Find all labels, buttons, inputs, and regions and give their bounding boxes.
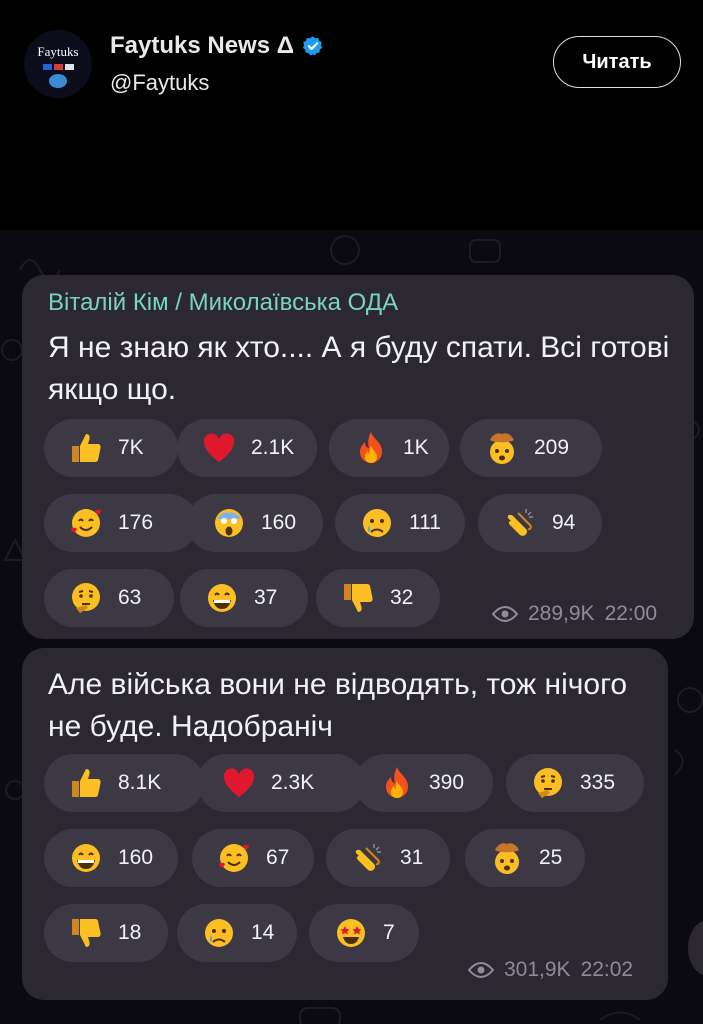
reaction-count: 63 <box>118 586 142 609</box>
sender-name[interactable]: Віталій Кім / Миколаївська ОДА <box>48 289 398 317</box>
message-text: Я не знаю як хто.... А я буду спати. Всі… <box>48 331 670 406</box>
telegram-screenshot: Віталій Кім / Миколаївська ОДА Я не знаю… <box>0 230 703 1024</box>
thumbs-down-icon <box>344 584 373 612</box>
face-screaming-in-fear-icon <box>215 509 243 537</box>
reaction-thumbs-down[interactable]: 18 <box>44 904 168 962</box>
thinking-face-icon <box>534 768 562 798</box>
message-text: Але війська вони не відводять, тож нічог… <box>48 668 628 743</box>
reaction-smiling-face-with-hearts[interactable]: 67 <box>192 829 314 887</box>
red-heart-icon <box>203 433 235 462</box>
globe-icon <box>49 74 67 88</box>
exploding-head-icon <box>495 843 519 874</box>
reaction-count: 160 <box>261 511 297 534</box>
crying-face-icon <box>205 919 233 947</box>
reaction-face-screaming-in-fear[interactable]: 160 <box>187 494 323 552</box>
reaction-star-struck[interactable]: 7 <box>309 904 419 962</box>
reaction-count: 209 <box>534 436 570 459</box>
exploding-head-icon <box>490 433 514 464</box>
reaction-count: 32 <box>390 586 414 609</box>
reaction-thumbs-up[interactable]: 7K <box>44 419 178 477</box>
reaction-count: 160 <box>118 846 154 869</box>
reaction-thumbs-down[interactable]: 32 <box>316 569 440 627</box>
reaction-thinking-face[interactable]: 335 <box>506 754 644 812</box>
avatar-logo-text: Faytuks <box>37 44 79 59</box>
verified-badge-icon <box>302 36 323 56</box>
reaction-crying-face[interactable]: 14 <box>177 904 297 962</box>
reaction-count: 8.1K <box>118 771 162 794</box>
thumbs-up-icon <box>72 769 101 797</box>
reaction-count: 37 <box>254 586 278 609</box>
reaction-red-heart[interactable]: 2.3K <box>197 754 365 812</box>
message-time: 22:00 <box>604 602 658 625</box>
reaction-fire[interactable]: 390 <box>355 754 493 812</box>
author-name-label: Faytuks News Δ <box>110 32 294 59</box>
reaction-count: 2.3K <box>271 771 315 794</box>
author-handle[interactable]: @Faytuks <box>110 70 209 96</box>
follow-button[interactable]: Читать <box>553 36 681 88</box>
reaction-count: 2.1K <box>251 436 295 459</box>
reaction-count: 390 <box>429 771 465 794</box>
views-count: 301,9K <box>504 958 571 981</box>
smiling-face-with-hearts-icon <box>219 844 249 872</box>
clapping-hands-icon <box>355 844 381 871</box>
reaction-count: 1K <box>403 436 429 459</box>
reaction-count: 31 <box>400 846 424 869</box>
reaction-exploding-head[interactable]: 209 <box>460 419 602 477</box>
reaction-count: 94 <box>552 511 576 534</box>
clapping-hands-icon <box>507 509 533 536</box>
message-bubble[interactable]: Але війська вони не відводять, тож нічог… <box>22 648 668 1000</box>
message-time: 22:02 <box>580 958 634 981</box>
reaction-count: 335 <box>580 771 616 794</box>
thumbs-down-icon <box>72 919 101 947</box>
flags-icon <box>42 64 74 70</box>
reaction-crying-face[interactable]: 111 <box>335 494 465 552</box>
author-name[interactable]: Faytuks News Δ <box>110 32 324 60</box>
reaction-thumbs-up[interactable]: 8.1K <box>44 754 204 812</box>
tweet-header: Faytuks Faytuks News Δ @Faytuks Читать <box>0 0 703 110</box>
reaction-count: 25 <box>539 846 563 869</box>
fire-icon <box>386 767 408 798</box>
reaction-exploding-head[interactable]: 25 <box>465 829 585 887</box>
reaction-thinking-face[interactable]: 63 <box>44 569 174 627</box>
reaction-count: 7K <box>118 436 144 459</box>
reaction-count: 176 <box>118 511 154 534</box>
thinking-face-icon <box>72 583 100 613</box>
grinning-face-icon <box>72 844 100 872</box>
reaction-smiling-face-with-hearts[interactable]: 176 <box>44 494 198 552</box>
message-meta: 301,9K 22:02 <box>468 958 633 982</box>
reaction-count: 111 <box>409 511 441 534</box>
views-eye-icon <box>468 962 494 978</box>
red-heart-icon <box>223 768 255 797</box>
grinning-face-icon <box>208 584 236 612</box>
reaction-clapping-hands[interactable]: 94 <box>478 494 602 552</box>
reaction-count: 7 <box>383 921 395 944</box>
reaction-red-heart[interactable]: 2.1K <box>177 419 317 477</box>
message-meta: 289,9K 22:00 <box>492 602 657 626</box>
reaction-count: 67 <box>266 846 290 869</box>
thumbs-up-icon <box>72 434 101 462</box>
reaction-grinning-face[interactable]: 37 <box>180 569 308 627</box>
star-struck-icon <box>337 919 365 947</box>
reaction-clapping-hands[interactable]: 31 <box>326 829 450 887</box>
views-eye-icon <box>492 606 518 622</box>
reaction-fire[interactable]: 1K <box>329 419 449 477</box>
message-bubble[interactable]: Віталій Кім / Миколаївська ОДА Я не знаю… <box>22 275 694 639</box>
crying-face-icon <box>363 509 391 537</box>
reaction-count: 18 <box>118 921 142 944</box>
views-count: 289,9K <box>528 602 595 625</box>
author-avatar[interactable]: Faytuks <box>24 30 92 98</box>
smiling-face-with-hearts-icon <box>71 509 101 537</box>
reaction-grinning-face[interactable]: 160 <box>44 829 178 887</box>
fire-icon <box>360 432 382 463</box>
reaction-count: 14 <box>251 921 275 944</box>
